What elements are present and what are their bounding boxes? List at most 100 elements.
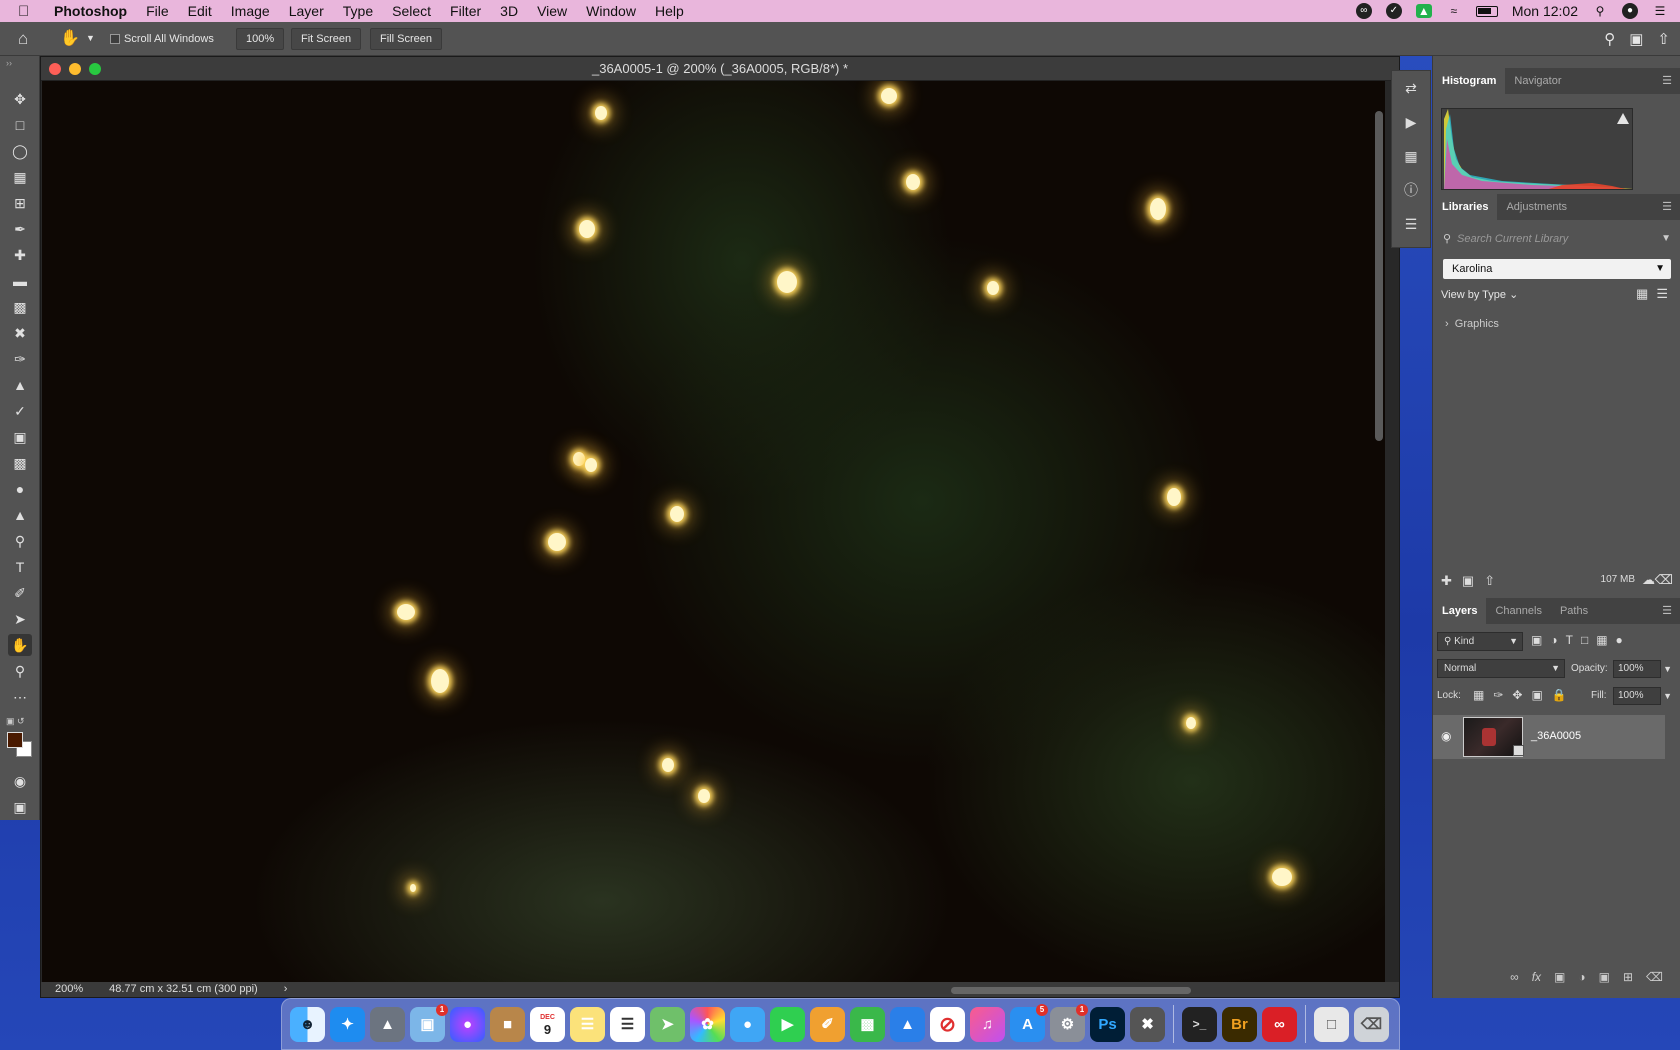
grid-view-icon[interactable]: ▦ xyxy=(1636,286,1648,302)
apple-icon[interactable]:  xyxy=(18,3,40,20)
contacts-icon[interactable]: ■ xyxy=(490,1006,525,1042)
warning-icon[interactable] xyxy=(1617,113,1629,124)
siri-icon[interactable]: ● xyxy=(1622,3,1638,19)
menu-type[interactable]: Type xyxy=(343,3,373,19)
new-group-icon[interactable]: ▣ xyxy=(1599,970,1610,990)
shield-check-icon[interactable]: ✓ xyxy=(1385,3,1402,19)
frame-tool-icon[interactable]: ▩ xyxy=(8,296,32,318)
chevron-down-icon[interactable]: ▼ xyxy=(1661,228,1671,250)
clone-stamp-tool-icon[interactable]: ▲ xyxy=(8,374,32,396)
trash-icon[interactable]: ⌫ xyxy=(1655,572,1673,588)
quick-mask-icon[interactable]: ◉ xyxy=(8,770,32,792)
lock-image-icon[interactable]: ✑ xyxy=(1493,688,1503,702)
opacity-input[interactable]: 100% ▼ xyxy=(1613,660,1672,678)
brush-tool-icon[interactable]: ✑ xyxy=(8,348,32,370)
preview-icon[interactable]: ▣ 1 xyxy=(410,1003,448,1042)
history-panel-icon[interactable]: ⇄ xyxy=(1392,71,1430,105)
tab-libraries[interactable]: Libraries xyxy=(1433,194,1498,220)
zoom-100-button[interactable]: 100% xyxy=(236,28,285,50)
music-icon[interactable]: ♫ xyxy=(970,1006,1005,1042)
toolbox-collapse-icon[interactable]: ›› xyxy=(0,56,39,74)
blur-tool-icon[interactable]: ● xyxy=(8,478,32,500)
hand-tool-icon[interactable]: ✋ xyxy=(8,634,32,656)
view-by-dropdown[interactable]: View by Type ⌄ xyxy=(1441,288,1518,301)
zoom-tool-icon[interactable]: ⚲ xyxy=(8,660,32,682)
menu-file[interactable]: File xyxy=(146,3,169,19)
document-title-bar[interactable]: _36A0005-1 @ 200% (_36A0005, RGB/8*) * xyxy=(41,57,1399,81)
chevron-down-icon[interactable]: ▼ xyxy=(1663,661,1672,677)
lasso-tool-icon[interactable]: ◯ xyxy=(8,140,32,162)
wifi-icon[interactable]: ≈ xyxy=(1446,4,1462,18)
menu-select[interactable]: Select xyxy=(392,3,431,19)
new-layer-icon[interactable]: ⊞ xyxy=(1623,970,1633,990)
move-tool-icon[interactable]: ✥ xyxy=(8,88,32,110)
notes-icon[interactable]: ☰ xyxy=(570,1006,605,1042)
link-layers-icon[interactable]: ∞ xyxy=(1510,970,1519,990)
menu-image[interactable]: Image xyxy=(231,3,270,19)
horizontal-scrollbar[interactable] xyxy=(951,987,1191,994)
calendar-icon[interactable]: DEC 9 xyxy=(530,1006,565,1042)
app-store-icon[interactable]: A5 xyxy=(1010,1003,1048,1042)
lock-position-icon[interactable]: ✥ xyxy=(1512,688,1522,702)
layer-name[interactable]: _36A0005 xyxy=(1531,730,1581,742)
object-selection-tool-icon[interactable]: ▦ xyxy=(8,166,32,188)
menu-window[interactable]: Window xyxy=(586,3,636,19)
status-zoom[interactable]: 200% xyxy=(55,982,83,997)
type-tool-icon[interactable]: T xyxy=(8,556,32,578)
keynote-icon[interactable]: ▲ xyxy=(890,1006,925,1042)
crop-tool-icon[interactable]: ⊞ xyxy=(8,192,32,214)
graphics-section[interactable]: › Graphics xyxy=(1445,318,1499,330)
system-preferences-icon[interactable]: ⚙ 1 xyxy=(1050,1003,1088,1042)
menu-app-name[interactable]: Photoshop xyxy=(54,3,127,19)
bridge-dock-icon[interactable]: Br xyxy=(1222,1006,1257,1042)
menu-help[interactable]: Help xyxy=(655,3,684,19)
chevron-down-icon[interactable]: ▼ xyxy=(86,33,95,43)
smart-object-filter-icon[interactable]: ▦ xyxy=(1596,633,1607,647)
panel-menu-icon[interactable]: ☰ xyxy=(1662,74,1672,87)
utilities-icon[interactable]: ✖ xyxy=(1130,1006,1165,1042)
safari-icon[interactable]: ✦ xyxy=(330,1006,365,1042)
lock-all-icon[interactable]: 🔒 xyxy=(1552,688,1567,702)
layer-row[interactable]: ◉ _36A0005 xyxy=(1433,715,1665,759)
folder-icon[interactable]: ▣ xyxy=(1462,573,1474,589)
marquee-tool-icon[interactable]: □ xyxy=(8,114,32,136)
hand-tool-preset-icon[interactable]: ✋ xyxy=(60,28,80,48)
library-select[interactable]: Karolina ▼ xyxy=(1443,259,1671,279)
creative-cloud-icon[interactable]: ∞ xyxy=(1355,3,1372,19)
properties-panel-icon[interactable]: ▦ xyxy=(1392,139,1430,173)
blend-mode-select[interactable]: Normal ▼ xyxy=(1437,659,1565,678)
messages-icon[interactable]: ● xyxy=(730,1006,765,1042)
pixel-layer-filter-icon[interactable]: ▣ xyxy=(1531,633,1542,647)
facetime-icon[interactable]: ▶ xyxy=(770,1006,805,1042)
add-mask-icon[interactable]: ▣ xyxy=(1554,970,1565,990)
trash-icon[interactable]: ⌫ xyxy=(1646,970,1663,990)
tab-histogram[interactable]: Histogram xyxy=(1433,68,1506,94)
screen-mode-icon[interactable]: ▣ xyxy=(8,796,32,818)
adjustment-layer-icon[interactable]: ◑ xyxy=(1578,970,1585,990)
menu-edit[interactable]: Edit xyxy=(188,3,212,19)
foreground-color-swatch[interactable] xyxy=(7,732,23,748)
upload-icon[interactable]: ⇧ xyxy=(1484,573,1495,589)
numbers-icon[interactable]: ▩ xyxy=(850,1006,885,1042)
chevron-down-icon[interactable]: ▼ xyxy=(1663,688,1672,704)
tab-navigator[interactable]: Navigator xyxy=(1505,68,1570,94)
path-selection-tool-icon[interactable]: ➤ xyxy=(8,608,32,630)
scroll-all-windows-checkbox[interactable] xyxy=(110,34,120,44)
type-layer-filter-icon[interactable]: T xyxy=(1566,633,1573,647)
search-icon[interactable]: ⚲ xyxy=(1604,30,1615,48)
pen-tool-icon[interactable]: ✐ xyxy=(8,582,32,604)
share-icon[interactable]: ⇧ xyxy=(1657,30,1670,48)
list-view-icon[interactable]: ☰ xyxy=(1656,286,1668,302)
tab-adjustments[interactable]: Adjustments xyxy=(1497,194,1576,220)
lock-transparent-icon[interactable]: ▦ xyxy=(1473,688,1484,702)
cloud-icon[interactable]: ☁ xyxy=(1642,572,1655,588)
ruler-tool-icon[interactable]: ▬ xyxy=(8,270,32,292)
evernote-icon[interactable]: ▲ xyxy=(1415,4,1432,18)
close-window-button[interactable] xyxy=(49,63,61,75)
home-icon[interactable]: ⌂ xyxy=(18,29,38,49)
tab-paths[interactable]: Paths xyxy=(1551,598,1597,624)
menu-view[interactable]: View xyxy=(537,3,567,19)
documents-folder-icon[interactable]: □ xyxy=(1314,1006,1349,1042)
status-menu-arrow[interactable]: › xyxy=(284,982,288,997)
fill-screen-button[interactable]: Fill Screen xyxy=(370,28,442,50)
